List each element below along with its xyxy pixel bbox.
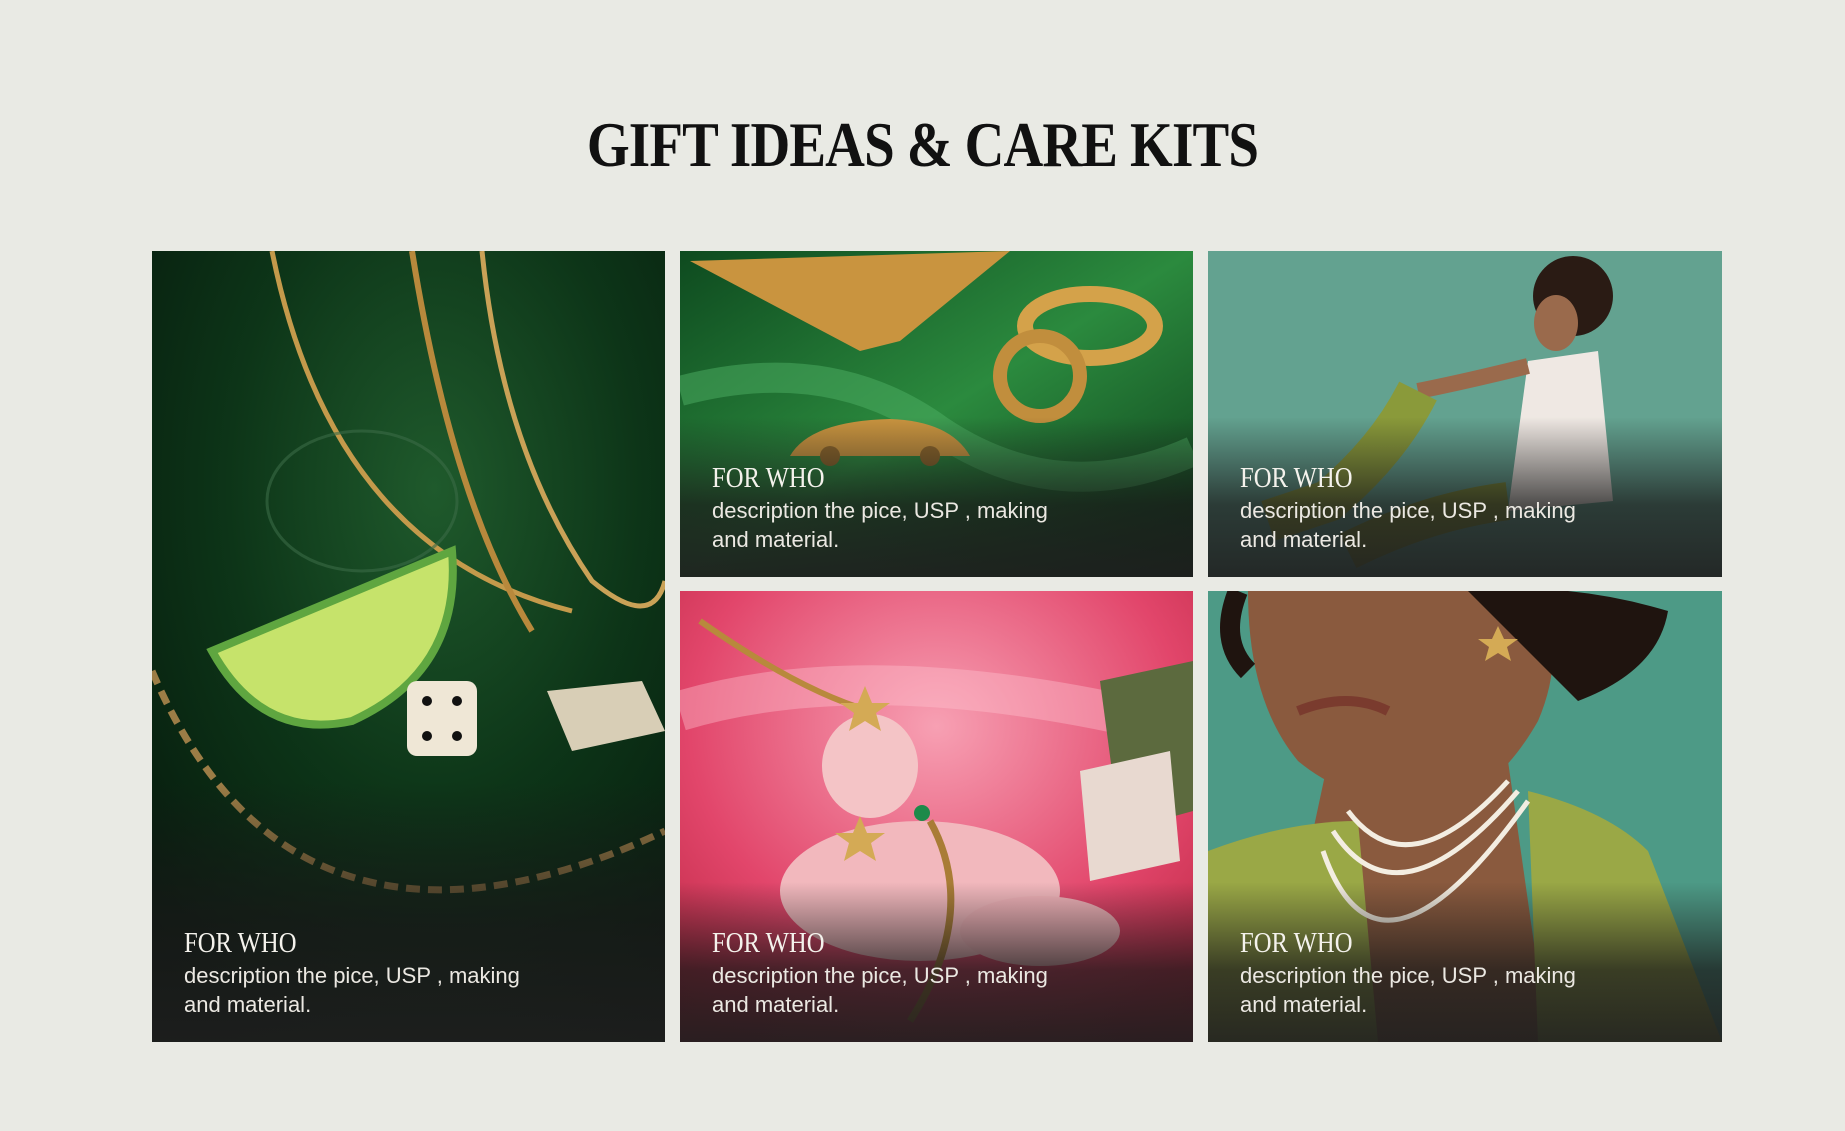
card-description: description the pice, USP , making and m… [712,498,1048,552]
card-caption: FOR WHO description the pice, USP , maki… [1240,927,1600,1019]
gift-card-4[interactable]: FOR WHO description the pice, USP , maki… [680,591,1193,1042]
card-caption: FOR WHO description the pice, USP , maki… [1240,462,1600,554]
card-heading: FOR WHO [184,927,297,959]
gift-card-3[interactable]: FOR WHO description the pice, USP , maki… [1208,251,1722,577]
card-description: description the pice, USP , making and m… [712,963,1048,1017]
card-caption: FOR WHO description the pice, USP , maki… [184,927,544,1019]
card-heading: FOR WHO [712,927,825,959]
gift-card-1[interactable]: FOR WHO description the pice, USP , maki… [152,251,665,1042]
gift-card-5[interactable]: FOR WHO description the pice, USP , maki… [1208,591,1722,1042]
card-heading: FOR WHO [1240,462,1353,494]
product-grid: FOR WHO description the pice, USP , maki… [152,251,1722,1042]
card-heading: FOR WHO [712,462,825,494]
gift-ideas-section: GIFT IDEAS & CARE KITS FOR WHO descripti… [0,0,1845,1131]
card-description: description the pice, USP , making and m… [1240,498,1576,552]
card-description: description the pice, USP , making and m… [1240,963,1576,1017]
card-caption: FOR WHO description the pice, USP , maki… [712,927,1072,1019]
card-caption: FOR WHO description the pice, USP , maki… [712,462,1072,554]
card-heading: FOR WHO [1240,927,1353,959]
gift-card-2[interactable]: FOR WHO description the pice, USP , maki… [680,251,1193,577]
section-title: GIFT IDEAS & CARE KITS [586,109,1259,180]
card-description: description the pice, USP , making and m… [184,963,520,1017]
